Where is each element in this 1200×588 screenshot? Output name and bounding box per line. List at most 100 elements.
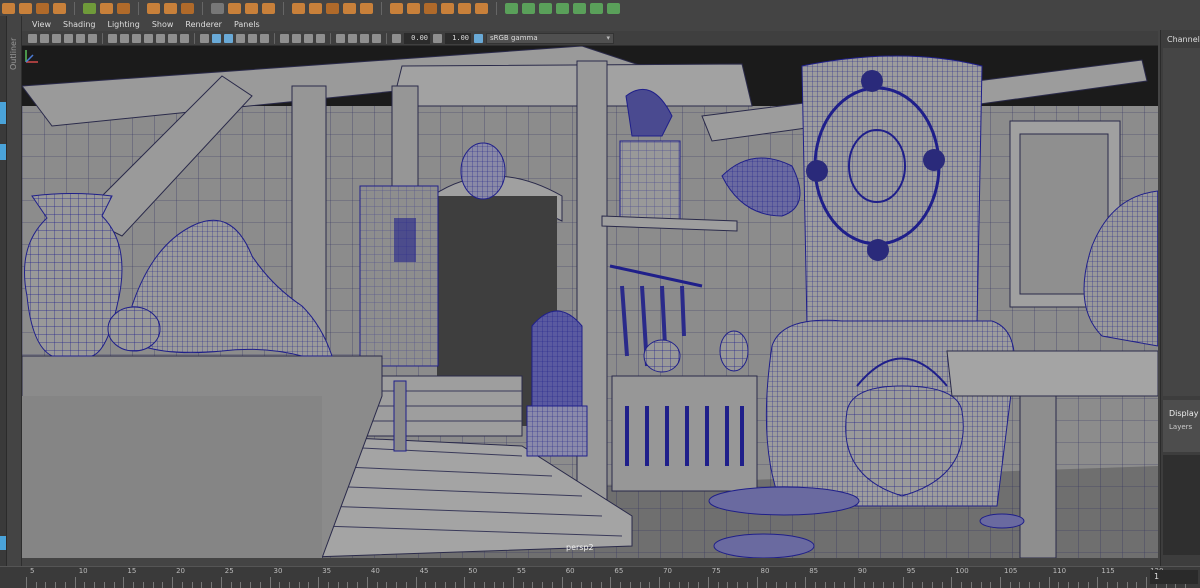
shelf-icon[interactable] — [343, 2, 356, 14]
shelf-icon[interactable] — [424, 2, 437, 14]
channels-tab[interactable]: Channels — [1167, 35, 1200, 44]
image-plane-icon[interactable] — [64, 33, 73, 43]
wireframe-on-shaded-icon[interactable] — [224, 33, 233, 43]
menu-renderer[interactable]: Renderer — [185, 20, 222, 29]
tool-highlight[interactable] — [0, 144, 6, 160]
layers-menu[interactable]: Layers — [1169, 423, 1192, 431]
grease-pencil-icon[interactable] — [88, 33, 97, 43]
shelf-icon[interactable] — [309, 2, 322, 14]
time-tick-mark — [405, 582, 407, 588]
shelf-icon[interactable] — [262, 2, 275, 14]
tool-highlight[interactable] — [0, 536, 6, 550]
time-tick-mark — [1058, 582, 1060, 588]
exposure-field[interactable]: 0.00 — [404, 32, 430, 44]
2d-pan-zoom-icon[interactable] — [76, 33, 85, 43]
camera-attributes-icon[interactable] — [40, 33, 49, 43]
resolution-gate-icon[interactable] — [132, 33, 141, 43]
menu-panels[interactable]: Panels — [234, 20, 260, 29]
time-tick-mark — [659, 577, 661, 588]
menu-lighting[interactable]: Lighting — [107, 20, 139, 29]
outliner-tab[interactable]: Outliner — [7, 16, 22, 566]
time-tick-mark — [211, 582, 213, 588]
shelf-icon[interactable] — [117, 2, 130, 14]
panel-menubar: View Shading Lighting Show Renderer Pane… — [22, 17, 1158, 31]
viewport[interactable]: persp2 — [22, 46, 1158, 558]
shadows-icon[interactable] — [260, 33, 269, 43]
shelf-icon[interactable] — [100, 2, 113, 14]
shelf-icon[interactable] — [458, 2, 471, 14]
menu-shading[interactable]: Shading — [63, 20, 96, 29]
display-tab[interactable]: Display — [1169, 409, 1199, 418]
shelf-icon[interactable] — [607, 2, 620, 14]
time-slider-track[interactable]: 5 10 15 20 25 30 35 40 45 50 55 60 65 70 75 80 85 90 95 100… — [22, 567, 1187, 588]
time-tick-label: 90 — [857, 567, 867, 575]
use-all-lights-icon[interactable] — [248, 33, 257, 43]
isolate-select-icon[interactable] — [336, 33, 345, 43]
shelf-icon[interactable] — [539, 2, 552, 14]
safe-title-icon[interactable] — [180, 33, 189, 43]
shelf-icon[interactable] — [326, 2, 339, 14]
time-tick-mark — [152, 582, 154, 588]
motion-blur-icon[interactable] — [292, 33, 301, 43]
shelf-icon[interactable] — [590, 2, 603, 14]
shelf-icon[interactable] — [360, 2, 373, 14]
shelf-icon[interactable] — [53, 2, 66, 14]
time-tick-mark — [298, 582, 300, 588]
shelf-icon[interactable] — [147, 2, 160, 14]
time-tick-label: 80 — [760, 567, 770, 575]
shelf-icon[interactable] — [556, 2, 569, 14]
shelf-icon[interactable] — [441, 2, 454, 14]
backface-culling-icon[interactable] — [372, 33, 381, 43]
menu-view[interactable]: View — [32, 20, 51, 29]
time-tick-mark — [327, 582, 329, 588]
select-camera-icon[interactable] — [28, 33, 37, 43]
shelf-icon[interactable] — [211, 2, 224, 14]
safe-action-icon[interactable] — [168, 33, 177, 43]
time-tick-mark — [444, 582, 446, 588]
wireframe-icon[interactable] — [200, 33, 209, 43]
shelf-icon[interactable] — [573, 2, 586, 14]
channel-box[interactable] — [1163, 48, 1200, 396]
depth-of-field-icon[interactable] — [316, 33, 325, 43]
shelf-icon[interactable] — [407, 2, 420, 14]
shelf-icon[interactable] — [164, 2, 177, 14]
field-chart-icon[interactable] — [156, 33, 165, 43]
time-tick-mark — [220, 577, 222, 588]
gamma-icon[interactable] — [433, 33, 442, 43]
grid-icon[interactable] — [108, 33, 117, 43]
gamma-field[interactable]: 1.00 — [445, 32, 471, 44]
view-transform-dropdown[interactable]: sRGB gamma — [486, 32, 614, 44]
shelf-icon[interactable] — [83, 2, 96, 14]
xray-joints-icon[interactable] — [360, 33, 369, 43]
ambient-occlusion-icon[interactable] — [280, 33, 289, 43]
anti-aliasing-icon[interactable] — [304, 33, 313, 43]
smooth-shade-icon[interactable] — [212, 33, 221, 43]
shelf-icon[interactable] — [522, 2, 535, 14]
menu-show[interactable]: Show — [152, 20, 174, 29]
time-tick-mark — [717, 582, 719, 588]
shelf-icon[interactable] — [228, 2, 241, 14]
shelf-icon[interactable] — [245, 2, 258, 14]
exposure-icon[interactable] — [392, 33, 401, 43]
film-gate-icon[interactable] — [120, 33, 129, 43]
time-slider[interactable]: 5 10 15 20 25 30 35 40 45 50 55 60 65 70 75 80 85 90 95 100… — [0, 566, 1200, 588]
current-frame-field[interactable]: 1 — [1150, 570, 1198, 584]
textured-icon[interactable] — [236, 33, 245, 43]
shelf-icon[interactable] — [181, 2, 194, 14]
shelf-icon[interactable] — [2, 2, 15, 14]
shelf-icon[interactable] — [505, 2, 518, 14]
tool-highlight[interactable] — [0, 102, 6, 124]
shelf-icon[interactable] — [19, 2, 32, 14]
shelf-icon[interactable] — [292, 2, 305, 14]
shelf-icon[interactable] — [390, 2, 403, 14]
gate-mask-icon[interactable] — [144, 33, 153, 43]
shelf-icon[interactable] — [36, 2, 49, 14]
bookmark-icon[interactable] — [52, 33, 61, 43]
color-management-icon[interactable] — [474, 33, 483, 43]
time-tick-mark — [1097, 577, 1099, 588]
time-tick-label: 35 — [322, 567, 332, 575]
time-tick-mark — [814, 582, 816, 588]
shelf-icon[interactable] — [475, 2, 488, 14]
layer-list[interactable] — [1163, 455, 1200, 555]
xray-icon[interactable] — [348, 33, 357, 43]
